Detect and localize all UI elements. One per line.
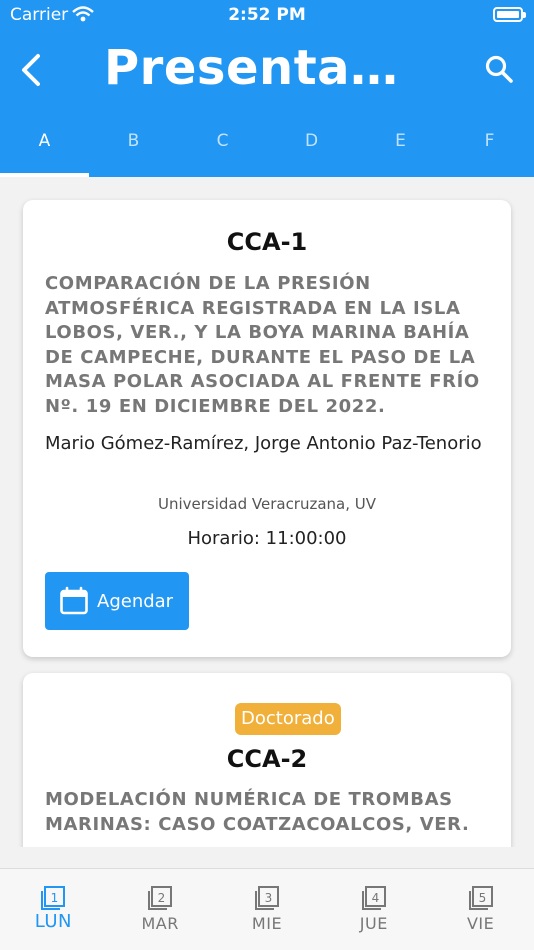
presentation-title: MODELACIÓN NUMÉRICA DE TROMBAS MARINAS: … [45,789,470,835]
nav-item-mie[interactable]: 3 MIE [214,869,321,950]
nav-item-lun[interactable]: 1 LUN [0,869,107,950]
search-button[interactable] [484,54,514,84]
agendar-button[interactable]: Agendar [45,572,189,630]
tab-a[interactable]: A [0,112,89,177]
level-badge: Doctorado [235,703,341,735]
page-title: Presentaci… [104,40,424,96]
nav-day-number: 3 [265,891,273,905]
battery-icon [493,7,526,22]
clock: 2:52 PM [228,5,306,25]
nav-item-vie[interactable]: 5 VIE [427,869,534,950]
nav-label: MIE [251,914,283,933]
presentation-schedule: Horario: 11:00:00 [187,528,347,549]
calendar-icon [60,586,88,615]
letter-tabs: A B C D E F [0,112,534,177]
nav-day-number: 2 [158,891,166,905]
presentation-code: CCA-2 [226,745,308,773]
presentation-code: CCA-1 [226,228,308,256]
nav-day-number: 4 [371,891,379,905]
status-bar: Carrier 2:52 PM [0,0,534,30]
app-header: Carrier 2:52 PM Presentaci… A B C D E F [0,0,534,177]
nav-label: MAR [141,914,179,933]
chevron-left-icon [22,54,40,86]
nav-item-jue[interactable]: 4 JUE [320,869,427,950]
tab-b[interactable]: B [89,112,178,177]
nav-label: VIE [466,914,495,933]
back-button[interactable] [16,48,50,92]
presentation-institution: Universidad Veracruzana, UV [157,495,377,513]
tab-f[interactable]: F [445,112,534,177]
tab-e[interactable]: E [356,112,445,177]
tab-d[interactable]: D [267,112,356,177]
presentation-authors: Mario Gómez-Ramírez, Jorge Antonio Paz-T… [45,433,482,454]
nav-day-number: 5 [478,891,486,905]
calendar-day-icon: 5 [468,885,494,911]
tab-c[interactable]: C [178,112,267,177]
calendar-day-icon: 4 [361,885,387,911]
day-tab-bar: 1 LUN 2 MAR 3 MIE 4 JUE 5 VIE [0,868,534,950]
presentation-card: Doctorado CCA-2 MODELACIÓN NUMÉRICA DE T… [23,673,511,847]
presentation-card: CCA-1 COMPARACIÓN DE LA PRESIÓN ATMOSFÉR… [23,200,511,657]
nav-day-number: 1 [51,891,59,905]
presentation-list[interactable]: CCA-1 COMPARACIÓN DE LA PRESIÓN ATMOSFÉR… [0,177,534,847]
calendar-day-icon: 1 [40,885,66,911]
app-bar: Presentaci… [0,30,534,110]
calendar-day-icon: 3 [254,885,280,911]
nav-item-mar[interactable]: 2 MAR [107,869,214,950]
search-icon [485,55,513,83]
calendar-day-icon: 2 [147,885,173,911]
nav-label: JUE [359,914,388,933]
presentation-title: COMPARACIÓN DE LA PRESIÓN ATMOSFÉRICA RE… [45,273,480,417]
agendar-label: Agendar [97,590,174,612]
nav-label: LUN [34,911,73,932]
